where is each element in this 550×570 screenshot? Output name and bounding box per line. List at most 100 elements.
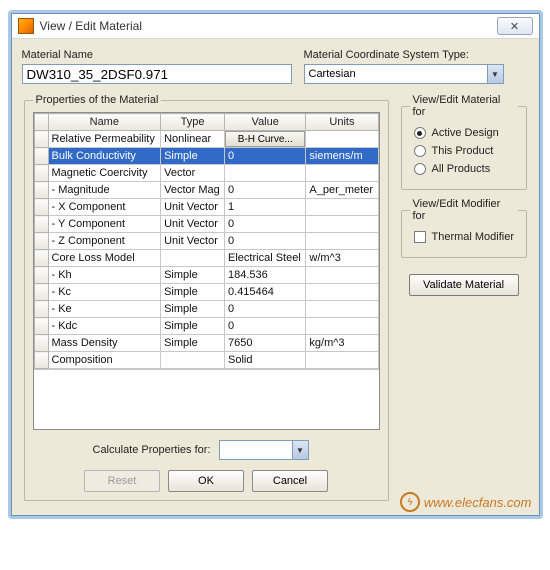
cell-value[interactable]: 0 <box>225 182 306 199</box>
row-header <box>34 301 48 318</box>
calc-props-select[interactable]: ▼ <box>219 440 309 460</box>
material-name-input[interactable] <box>22 64 292 84</box>
properties-group: Properties of the Material Name Type Val… <box>24 94 389 501</box>
cell-value[interactable]: 184.536 <box>225 267 306 284</box>
properties-table[interactable]: Name Type Value Units Relative Permeabil… <box>34 113 379 369</box>
cell-name[interactable]: Bulk Conductivity <box>48 148 161 165</box>
cell-units[interactable] <box>306 131 378 148</box>
table-row[interactable]: - KeSimple0 <box>34 301 378 318</box>
table-row[interactable]: Mass DensitySimple7650kg/m^3 <box>34 335 378 352</box>
col-type[interactable]: Type <box>161 114 225 131</box>
cell-type[interactable]: Unit Vector <box>161 199 225 216</box>
row-header <box>34 352 48 369</box>
cell-type[interactable]: Nonlinear <box>161 131 225 148</box>
close-button[interactable]: ✕ <box>497 17 533 35</box>
table-row[interactable]: Composition Solid <box>34 352 378 369</box>
cell-type[interactable]: Vector Mag <box>161 182 225 199</box>
cell-units[interactable] <box>306 284 378 301</box>
radio-active-design[interactable]: Active Design <box>414 127 518 139</box>
cell-name[interactable]: Core Loss Model <box>48 250 161 267</box>
close-icon: ✕ <box>510 20 519 33</box>
cell-units[interactable] <box>306 233 378 250</box>
material-name-label: Material Name <box>22 49 292 61</box>
reset-button[interactable]: Reset <box>84 470 160 492</box>
cell-name[interactable]: - Y Component <box>48 216 161 233</box>
table-row[interactable]: - KhSimple184.536 <box>34 267 378 284</box>
col-value[interactable]: Value <box>225 114 306 131</box>
cell-name[interactable]: - Kdc <box>48 318 161 335</box>
cell-type[interactable]: Simple <box>161 335 225 352</box>
cell-name[interactable]: - Kh <box>48 267 161 284</box>
row-header <box>34 284 48 301</box>
table-row[interactable]: - KcSimple0.415464 <box>34 284 378 301</box>
cell-value[interactable]: Electrical Steel <box>225 250 306 267</box>
table-row[interactable]: Magnetic CoercivityVector <box>34 165 378 182</box>
cell-name[interactable]: - Magnitude <box>48 182 161 199</box>
table-row[interactable]: Bulk ConductivitySimple0siemens/m <box>34 148 378 165</box>
cell-name[interactable]: - Kc <box>48 284 161 301</box>
cell-units[interactable]: A_per_meter <box>306 182 378 199</box>
radio-icon <box>414 163 426 175</box>
col-name[interactable]: Name <box>48 114 161 131</box>
cell-name[interactable]: - X Component <box>48 199 161 216</box>
cell-name[interactable]: - Z Component <box>48 233 161 250</box>
table-row[interactable]: - X ComponentUnit Vector1 <box>34 199 378 216</box>
cell-units[interactable]: kg/m^3 <box>306 335 378 352</box>
cell-type[interactable] <box>161 352 225 369</box>
cell-value[interactable]: 0 <box>225 301 306 318</box>
cell-value[interactable]: 0 <box>225 233 306 250</box>
cell-value[interactable]: 0 <box>225 148 306 165</box>
validate-material-button[interactable]: Validate Material <box>409 274 519 296</box>
row-header <box>34 233 48 250</box>
cell-name[interactable]: - Ke <box>48 301 161 318</box>
ok-button[interactable]: OK <box>168 470 244 492</box>
cell-name[interactable]: Magnetic Coercivity <box>48 165 161 182</box>
cell-type[interactable]: Unit Vector <box>161 233 225 250</box>
cell-value[interactable]: 0 <box>225 216 306 233</box>
cell-type[interactable]: Vector <box>161 165 225 182</box>
col-units[interactable]: Units <box>306 114 378 131</box>
cell-type[interactable]: Unit Vector <box>161 216 225 233</box>
row-header <box>34 216 48 233</box>
check-thermal-modifier[interactable]: Thermal Modifier <box>414 231 518 243</box>
cell-units[interactable]: siemens/m <box>306 148 378 165</box>
cell-value[interactable]: 1 <box>225 199 306 216</box>
table-row[interactable]: Core Loss Model Electrical Steelw/m^3 <box>34 250 378 267</box>
cell-type[interactable]: Simple <box>161 148 225 165</box>
table-row[interactable]: - Z ComponentUnit Vector0 <box>34 233 378 250</box>
radio-this-product[interactable]: This Product <box>414 145 518 157</box>
cell-units[interactable]: w/m^3 <box>306 250 378 267</box>
cell-units[interactable] <box>306 199 378 216</box>
cell-type[interactable]: Simple <box>161 267 225 284</box>
cell-type[interactable]: Simple <box>161 284 225 301</box>
table-row[interactable]: - Y ComponentUnit Vector0 <box>34 216 378 233</box>
chevron-down-icon: ▼ <box>292 441 308 459</box>
cell-name[interactable]: Composition <box>48 352 161 369</box>
row-header-blank <box>34 114 48 131</box>
table-row[interactable]: - MagnitudeVector Mag0A_per_meter <box>34 182 378 199</box>
cell-units[interactable] <box>306 318 378 335</box>
cell-value[interactable]: 7650 <box>225 335 306 352</box>
cell-units[interactable] <box>306 352 378 369</box>
cell-value[interactable] <box>225 165 306 182</box>
cell-type[interactable] <box>161 250 225 267</box>
table-row[interactable]: - KdcSimple0 <box>34 318 378 335</box>
table-row[interactable]: Relative PermeabilityNonlinearB-H Curve.… <box>34 131 378 148</box>
cell-value[interactable]: B-H Curve... <box>225 131 306 148</box>
bh-curve-button[interactable]: B-H Curve... <box>225 131 305 147</box>
cancel-button[interactable]: Cancel <box>252 470 328 492</box>
cell-units[interactable] <box>306 165 378 182</box>
cell-name[interactable]: Mass Density <box>48 335 161 352</box>
row-header <box>34 131 48 148</box>
coord-type-select[interactable]: Cartesian ▼ <box>304 64 504 84</box>
radio-all-products[interactable]: All Products <box>414 163 518 175</box>
cell-name[interactable]: Relative Permeability <box>48 131 161 148</box>
cell-value[interactable]: 0.415464 <box>225 284 306 301</box>
cell-units[interactable] <box>306 216 378 233</box>
cell-value[interactable]: 0 <box>225 318 306 335</box>
cell-units[interactable] <box>306 267 378 284</box>
cell-type[interactable]: Simple <box>161 318 225 335</box>
cell-units[interactable] <box>306 301 378 318</box>
cell-value[interactable]: Solid <box>225 352 306 369</box>
cell-type[interactable]: Simple <box>161 301 225 318</box>
